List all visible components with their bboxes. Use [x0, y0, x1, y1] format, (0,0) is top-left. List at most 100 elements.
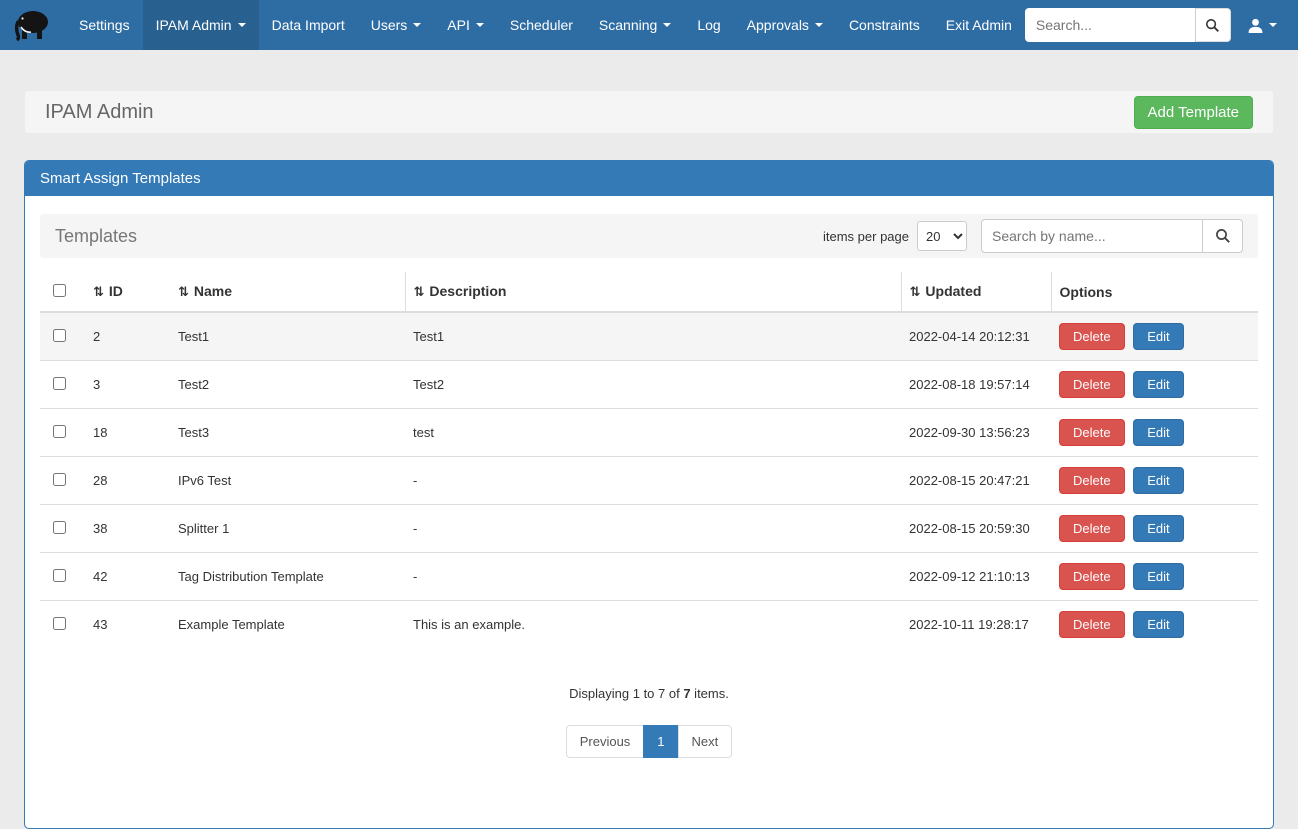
global-search-button[interactable]	[1195, 8, 1231, 42]
row-description: -	[405, 553, 901, 601]
row-checkbox[interactable]	[53, 473, 66, 486]
templates-table: ⇅ID ⇅Name ⇅Description ⇅Updated Options …	[40, 272, 1258, 648]
row-options: Delete Edit	[1051, 409, 1258, 457]
row-checkbox[interactable]	[53, 617, 66, 630]
templates-toolbar: Templates items per page 20	[40, 214, 1258, 258]
table-row: 43 Example Template This is an example. …	[40, 601, 1258, 649]
nav-item-log[interactable]: Log	[684, 0, 733, 50]
row-options: Delete Edit	[1051, 601, 1258, 649]
select-all-checkbox[interactable]	[53, 284, 66, 297]
row-checkbox[interactable]	[53, 521, 66, 534]
panel-body: Templates items per page 20	[25, 196, 1273, 828]
table-row: 38 Splitter 1 - 2022-08-15 20:59:30 Dele…	[40, 505, 1258, 553]
column-header-name[interactable]: ⇅Name	[170, 272, 405, 312]
edit-button[interactable]: Edit	[1133, 563, 1183, 590]
delete-button[interactable]: Delete	[1059, 371, 1125, 398]
name-search-button[interactable]	[1203, 219, 1243, 253]
pagination-page-1[interactable]: 1	[643, 725, 678, 758]
row-updated: 2022-08-18 19:57:14	[901, 361, 1051, 409]
name-search-group	[981, 219, 1243, 253]
row-updated: 2022-08-15 20:47:21	[901, 457, 1051, 505]
chevron-down-icon	[815, 23, 823, 27]
name-search-input[interactable]	[981, 219, 1203, 253]
edit-button[interactable]: Edit	[1133, 611, 1183, 638]
summary-text: Displaying 1 to 7 of	[569, 686, 683, 701]
row-options: Delete Edit	[1051, 361, 1258, 409]
row-options: Delete Edit	[1051, 312, 1258, 361]
nav-label: Users	[371, 17, 408, 33]
delete-button[interactable]: Delete	[1059, 467, 1125, 494]
row-name: IPv6 Test	[170, 457, 405, 505]
smart-assign-panel: Smart Assign Templates Templates items p…	[24, 160, 1274, 829]
chevron-down-icon	[663, 23, 671, 27]
column-header-updated[interactable]: ⇅Updated	[901, 272, 1051, 312]
add-template-button[interactable]: Add Template	[1134, 96, 1253, 129]
summary-count: 7	[683, 686, 690, 701]
nav-item-data-import[interactable]: Data Import	[259, 0, 358, 50]
global-search	[1025, 8, 1231, 42]
row-id: 2	[85, 312, 170, 361]
page-container: IPAM Admin Add Template Smart Assign Tem…	[24, 90, 1274, 829]
user-menu[interactable]	[1231, 0, 1287, 50]
nav-item-exit-admin[interactable]: Exit Admin	[933, 0, 1025, 50]
row-checkbox-cell	[40, 457, 85, 505]
chevron-down-icon	[238, 23, 246, 27]
row-name: Test1	[170, 312, 405, 361]
row-checkbox[interactable]	[53, 329, 66, 342]
row-checkbox-cell	[40, 312, 85, 361]
edit-button[interactable]: Edit	[1133, 323, 1183, 350]
nav-item-settings[interactable]: Settings	[66, 0, 143, 50]
column-header-id[interactable]: ⇅ ID	[85, 272, 170, 312]
summary-text: items.	[691, 686, 729, 701]
row-description: test	[405, 409, 901, 457]
nav-label: IPAM Admin	[156, 17, 232, 33]
column-label: ID	[109, 283, 123, 299]
row-updated: 2022-08-15 20:59:30	[901, 505, 1051, 553]
edit-button[interactable]: Edit	[1133, 467, 1183, 494]
table-body: 2 Test1 Test1 2022-04-14 20:12:31 Delete…	[40, 312, 1258, 648]
select-all-cell	[40, 272, 85, 312]
row-checkbox[interactable]	[53, 377, 66, 390]
delete-button[interactable]: Delete	[1059, 563, 1125, 590]
delete-button[interactable]: Delete	[1059, 611, 1125, 638]
row-id: 43	[85, 601, 170, 649]
nav-item-users[interactable]: Users	[358, 0, 435, 50]
row-name: Test2	[170, 361, 405, 409]
nav-item-api[interactable]: API	[434, 0, 497, 50]
nav-label: Scheduler	[510, 17, 573, 33]
row-checkbox-cell	[40, 553, 85, 601]
brand-logo[interactable]	[12, 4, 52, 46]
row-description: Test1	[405, 312, 901, 361]
edit-button[interactable]: Edit	[1133, 371, 1183, 398]
row-checkbox[interactable]	[53, 569, 66, 582]
column-header-description[interactable]: ⇅Description	[405, 272, 901, 312]
row-id: 28	[85, 457, 170, 505]
edit-button[interactable]: Edit	[1133, 515, 1183, 542]
nav-item-scheduler[interactable]: Scheduler	[497, 0, 586, 50]
row-updated: 2022-04-14 20:12:31	[901, 312, 1051, 361]
page-header: IPAM Admin Add Template	[24, 90, 1274, 134]
delete-button[interactable]: Delete	[1059, 323, 1125, 350]
delete-button[interactable]: Delete	[1059, 515, 1125, 542]
sort-icon: ⇅	[910, 284, 921, 299]
nav-item-constraints[interactable]: Constraints	[836, 0, 933, 50]
items-per-page-select[interactable]: 20	[917, 221, 967, 251]
nav-item-approvals[interactable]: Approvals	[734, 0, 836, 50]
row-id: 3	[85, 361, 170, 409]
sort-icon: ⇅	[93, 284, 104, 299]
delete-button[interactable]: Delete	[1059, 419, 1125, 446]
chevron-down-icon	[1269, 23, 1277, 27]
pagination-previous[interactable]: Previous	[566, 725, 645, 758]
nav-item-scanning[interactable]: Scanning	[586, 0, 684, 50]
edit-button[interactable]: Edit	[1133, 419, 1183, 446]
row-id: 38	[85, 505, 170, 553]
nav-label: API	[447, 17, 470, 33]
chevron-down-icon	[413, 23, 421, 27]
row-checkbox[interactable]	[53, 425, 66, 438]
mammoth-logo-icon	[12, 5, 52, 45]
row-updated: 2022-09-12 21:10:13	[901, 553, 1051, 601]
table-header-row: ⇅ID ⇅Name ⇅Description ⇅Updated Options	[40, 272, 1258, 312]
pagination-next[interactable]: Next	[678, 725, 733, 758]
nav-item-ipam-admin[interactable]: IPAM Admin	[143, 0, 259, 50]
global-search-input[interactable]	[1025, 8, 1195, 42]
